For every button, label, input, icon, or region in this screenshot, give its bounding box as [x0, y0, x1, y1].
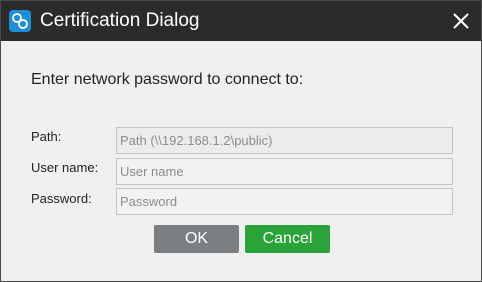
password-field[interactable] [116, 188, 453, 215]
prompt-text: Enter network password to connect to: [31, 71, 304, 88]
dialog-title: Certification Dialog [40, 10, 200, 31]
path-label: Path: [31, 129, 62, 144]
close-icon[interactable] [447, 7, 475, 35]
certification-dialog: Certification Dialog Enter network passw… [0, 0, 482, 282]
cancel-button[interactable]: Cancel [245, 225, 330, 253]
password-label: Password: [31, 191, 92, 206]
username-field[interactable] [116, 158, 453, 185]
path-field[interactable] [116, 127, 453, 154]
username-label: User name: [31, 160, 99, 175]
network-share-icon [9, 10, 31, 32]
ok-button[interactable]: OK [154, 225, 239, 253]
title-bar: Certification Dialog [1, 1, 481, 41]
